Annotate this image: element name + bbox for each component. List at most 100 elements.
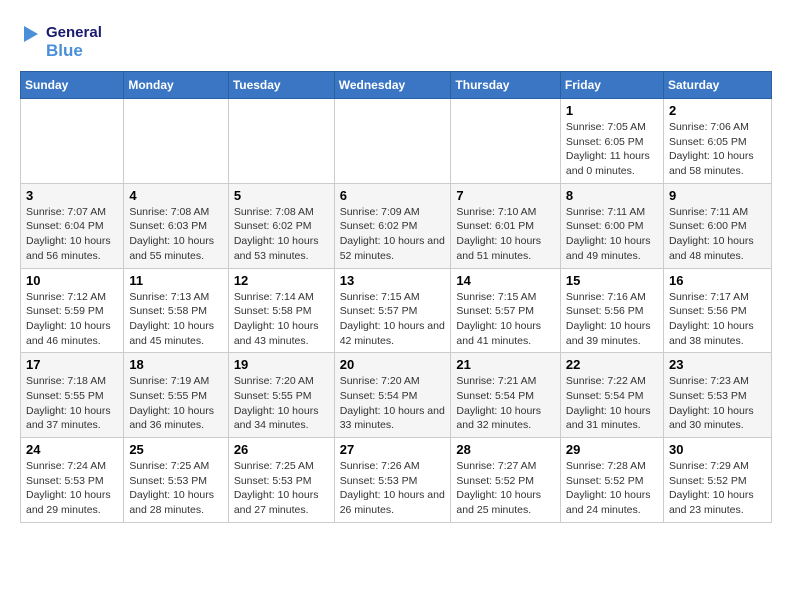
- day-number: 7: [456, 188, 555, 203]
- logo: General Blue: [20, 24, 102, 61]
- day-info: Sunrise: 7:15 AM Sunset: 5:57 PM Dayligh…: [340, 290, 446, 349]
- day-info: Sunrise: 7:29 AM Sunset: 5:52 PM Dayligh…: [669, 459, 766, 518]
- weekday-header-thursday: Thursday: [451, 72, 561, 99]
- calendar-cell: 21 Sunrise: 7:21 AM Sunset: 5:54 PM Dayli…: [451, 353, 561, 438]
- day-info: Sunrise: 7:06 AM Sunset: 6:05 PM Dayligh…: [669, 120, 766, 179]
- weekday-header-monday: Monday: [124, 72, 228, 99]
- day-number: 3: [26, 188, 118, 203]
- day-number: 20: [340, 357, 446, 372]
- calendar-cell: 8 Sunrise: 7:11 AM Sunset: 6:00 PM Daylig…: [560, 183, 663, 268]
- day-number: 17: [26, 357, 118, 372]
- day-number: 19: [234, 357, 329, 372]
- calendar-week-row: 10 Sunrise: 7:12 AM Sunset: 5:59 PM Dayli…: [21, 268, 772, 353]
- calendar-cell: 28 Sunrise: 7:27 AM Sunset: 5:52 PM Dayli…: [451, 438, 561, 523]
- calendar-cell: 27 Sunrise: 7:26 AM Sunset: 5:53 PM Dayli…: [334, 438, 451, 523]
- calendar-cell: 13 Sunrise: 7:15 AM Sunset: 5:57 PM Dayli…: [334, 268, 451, 353]
- day-info: Sunrise: 7:24 AM Sunset: 5:53 PM Dayligh…: [26, 459, 118, 518]
- calendar-cell: 14 Sunrise: 7:15 AM Sunset: 5:57 PM Dayli…: [451, 268, 561, 353]
- calendar-week-row: 24 Sunrise: 7:24 AM Sunset: 5:53 PM Dayli…: [21, 438, 772, 523]
- logo-general: General: [46, 24, 102, 41]
- day-number: 18: [129, 357, 222, 372]
- calendar-cell: 24 Sunrise: 7:24 AM Sunset: 5:53 PM Dayli…: [21, 438, 124, 523]
- day-info: Sunrise: 7:26 AM Sunset: 5:53 PM Dayligh…: [340, 459, 446, 518]
- weekday-header-friday: Friday: [560, 72, 663, 99]
- day-number: 26: [234, 442, 329, 457]
- calendar-cell: 19 Sunrise: 7:20 AM Sunset: 5:55 PM Dayli…: [228, 353, 334, 438]
- day-number: 24: [26, 442, 118, 457]
- calendar-cell: 5 Sunrise: 7:08 AM Sunset: 6:02 PM Daylig…: [228, 183, 334, 268]
- calendar-cell: 18 Sunrise: 7:19 AM Sunset: 5:55 PM Dayli…: [124, 353, 228, 438]
- calendar-header-row: SundayMondayTuesdayWednesdayThursdayFrid…: [21, 72, 772, 99]
- calendar-cell: 9Sunrise: 7:11 AM Sunset: 6:00 PM Daylig…: [663, 183, 771, 268]
- day-info: Sunrise: 7:20 AM Sunset: 5:54 PM Dayligh…: [340, 374, 446, 433]
- day-number: 30: [669, 442, 766, 457]
- weekday-header-tuesday: Tuesday: [228, 72, 334, 99]
- day-info: Sunrise: 7:15 AM Sunset: 5:57 PM Dayligh…: [456, 290, 555, 349]
- calendar-cell: [228, 99, 334, 184]
- calendar-cell: 26Sunrise: 7:25 AM Sunset: 5:53 PM Dayli…: [228, 438, 334, 523]
- day-number: 11: [129, 273, 222, 288]
- calendar-cell: 1Sunrise: 7:05 AM Sunset: 6:05 PM Daylig…: [560, 99, 663, 184]
- day-number: 28: [456, 442, 555, 457]
- calendar-cell: 6 Sunrise: 7:09 AM Sunset: 6:02 PM Daylig…: [334, 183, 451, 268]
- calendar-cell: 7 Sunrise: 7:10 AM Sunset: 6:01 PM Daylig…: [451, 183, 561, 268]
- day-number: 10: [26, 273, 118, 288]
- calendar-week-row: 3 Sunrise: 7:07 AM Sunset: 6:04 PM Daylig…: [21, 183, 772, 268]
- calendar-cell: 29Sunrise: 7:28 AM Sunset: 5:52 PM Dayli…: [560, 438, 663, 523]
- logo-blue: Blue: [46, 41, 102, 61]
- day-info: Sunrise: 7:10 AM Sunset: 6:01 PM Dayligh…: [456, 205, 555, 264]
- calendar-table: SundayMondayTuesdayWednesdayThursdayFrid…: [20, 71, 772, 523]
- calendar-week-row: 17Sunrise: 7:18 AM Sunset: 5:55 PM Dayli…: [21, 353, 772, 438]
- calendar-cell: 11 Sunrise: 7:13 AM Sunset: 5:58 PM Dayli…: [124, 268, 228, 353]
- day-number: 14: [456, 273, 555, 288]
- day-number: 2: [669, 103, 766, 118]
- day-number: 12: [234, 273, 329, 288]
- day-info: Sunrise: 7:12 AM Sunset: 5:59 PM Dayligh…: [26, 290, 118, 349]
- calendar-cell: 2 Sunrise: 7:06 AM Sunset: 6:05 PM Daylig…: [663, 99, 771, 184]
- day-info: Sunrise: 7:08 AM Sunset: 6:03 PM Dayligh…: [129, 205, 222, 264]
- weekday-header-sunday: Sunday: [21, 72, 124, 99]
- calendar-cell: 30 Sunrise: 7:29 AM Sunset: 5:52 PM Dayli…: [663, 438, 771, 523]
- calendar-cell: 3 Sunrise: 7:07 AM Sunset: 6:04 PM Daylig…: [21, 183, 124, 268]
- day-info: Sunrise: 7:19 AM Sunset: 5:55 PM Dayligh…: [129, 374, 222, 433]
- calendar-cell: 4 Sunrise: 7:08 AM Sunset: 6:03 PM Daylig…: [124, 183, 228, 268]
- day-number: 16: [669, 273, 766, 288]
- day-info: Sunrise: 7:25 AM Sunset: 5:53 PM Dayligh…: [129, 459, 222, 518]
- calendar-week-row: 1Sunrise: 7:05 AM Sunset: 6:05 PM Daylig…: [21, 99, 772, 184]
- weekday-header-saturday: Saturday: [663, 72, 771, 99]
- day-info: Sunrise: 7:28 AM Sunset: 5:52 PM Dayligh…: [566, 459, 658, 518]
- calendar-cell: 16 Sunrise: 7:17 AM Sunset: 5:56 PM Dayli…: [663, 268, 771, 353]
- day-info: Sunrise: 7:07 AM Sunset: 6:04 PM Dayligh…: [26, 205, 118, 264]
- day-info: Sunrise: 7:13 AM Sunset: 5:58 PM Dayligh…: [129, 290, 222, 349]
- calendar-cell: [21, 99, 124, 184]
- day-number: 25: [129, 442, 222, 457]
- day-info: Sunrise: 7:22 AM Sunset: 5:54 PM Dayligh…: [566, 374, 658, 433]
- day-number: 8: [566, 188, 658, 203]
- calendar-cell: [451, 99, 561, 184]
- calendar-cell: [334, 99, 451, 184]
- day-number: 27: [340, 442, 446, 457]
- day-info: Sunrise: 7:17 AM Sunset: 5:56 PM Dayligh…: [669, 290, 766, 349]
- day-info: Sunrise: 7:20 AM Sunset: 5:55 PM Dayligh…: [234, 374, 329, 433]
- day-info: Sunrise: 7:27 AM Sunset: 5:52 PM Dayligh…: [456, 459, 555, 518]
- day-number: 13: [340, 273, 446, 288]
- day-info: Sunrise: 7:05 AM Sunset: 6:05 PM Dayligh…: [566, 120, 658, 179]
- day-info: Sunrise: 7:23 AM Sunset: 5:53 PM Dayligh…: [669, 374, 766, 433]
- calendar-cell: 23 Sunrise: 7:23 AM Sunset: 5:53 PM Dayli…: [663, 353, 771, 438]
- calendar-cell: 25 Sunrise: 7:25 AM Sunset: 5:53 PM Dayli…: [124, 438, 228, 523]
- day-number: 9: [669, 188, 766, 203]
- day-info: Sunrise: 7:09 AM Sunset: 6:02 PM Dayligh…: [340, 205, 446, 264]
- calendar-cell: 22Sunrise: 7:22 AM Sunset: 5:54 PM Dayli…: [560, 353, 663, 438]
- day-info: Sunrise: 7:14 AM Sunset: 5:58 PM Dayligh…: [234, 290, 329, 349]
- day-number: 6: [340, 188, 446, 203]
- day-number: 23: [669, 357, 766, 372]
- day-info: Sunrise: 7:08 AM Sunset: 6:02 PM Dayligh…: [234, 205, 329, 264]
- day-number: 21: [456, 357, 555, 372]
- day-info: Sunrise: 7:21 AM Sunset: 5:54 PM Dayligh…: [456, 374, 555, 433]
- day-number: 5: [234, 188, 329, 203]
- day-number: 4: [129, 188, 222, 203]
- calendar-cell: [124, 99, 228, 184]
- calendar-cell: 17Sunrise: 7:18 AM Sunset: 5:55 PM Dayli…: [21, 353, 124, 438]
- day-info: Sunrise: 7:11 AM Sunset: 6:00 PM Dayligh…: [566, 205, 658, 264]
- calendar-cell: 12 Sunrise: 7:14 AM Sunset: 5:58 PM Dayli…: [228, 268, 334, 353]
